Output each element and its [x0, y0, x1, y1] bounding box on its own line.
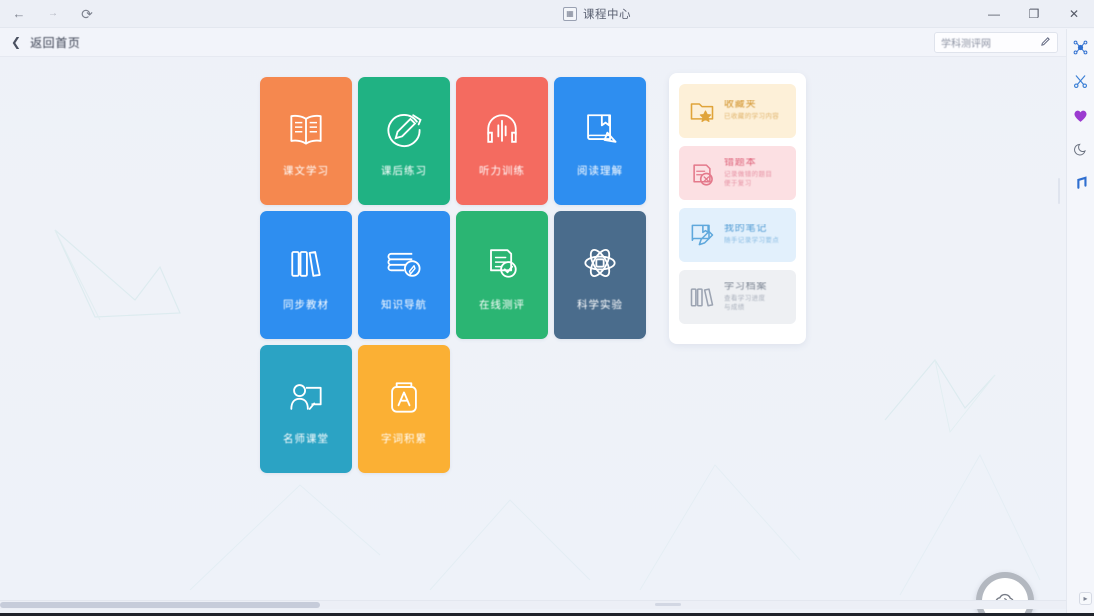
letter-a-jar-icon — [381, 374, 427, 420]
search-value: 学科测评网 — [941, 39, 991, 50]
card-archive[interactable]: 学习档案 查看学习进度 与成绩 — [679, 270, 796, 324]
tile-label: 课文学习 — [283, 164, 329, 177]
card-subtitle: 记录做错的题目 便于复习 — [724, 171, 773, 187]
window-title: 课程中心 — [583, 8, 631, 21]
card-subtitle: 已收藏的学习内容 — [724, 113, 780, 121]
card-title: 学习档案 — [724, 282, 768, 293]
card-subtitle: 查看学习进度 与成绩 — [724, 295, 766, 311]
reload-icon[interactable]: ⟳ — [78, 5, 96, 23]
close-button[interactable]: ✕ — [1054, 0, 1094, 28]
forward-arrow-icon[interactable]: → — [44, 5, 62, 23]
card-title: 我的笔记 — [724, 224, 768, 235]
tile-open-book[interactable]: 课文学习 — [260, 77, 352, 205]
headphones-wave-icon — [479, 106, 525, 152]
card-title: 错题本 — [724, 158, 757, 169]
tile-label: 阅读理解 — [577, 164, 623, 177]
search-input[interactable]: 学科测评网 — [934, 32, 1058, 53]
card-notes[interactable]: 我的笔记 随手记录学习要点 — [679, 208, 796, 262]
tile-presenter[interactable]: 名师课堂 — [260, 345, 352, 473]
main-content: 课文学习 课后练习 听力训练 阅读理解 同步教材 知识导航 在线测评 科学实验 … — [0, 57, 1066, 616]
minimize-button[interactable]: — — [974, 0, 1014, 28]
tile-letter-a[interactable]: 字词积累 — [358, 345, 450, 473]
book-pen-icon — [577, 106, 623, 152]
breadcrumb-bar: ❮ 返回首页 学科测评网 — [0, 28, 1094, 57]
back-arrow-icon[interactable]: ← — [10, 5, 28, 23]
quick-access-panel: 收藏夹 已收藏的学习内容 错题本 记录做错的题目 便于复习 我的笔记 随手记录学… — [669, 73, 806, 344]
right-tool-rail — [1066, 29, 1094, 616]
tile-label: 同步教材 — [283, 298, 329, 311]
app-window: ← → ⟳ ▦ 课程中心 — ❐ ✕ ❮ 返回首页 学科测评网 课文学习 课后练… — [0, 0, 1094, 616]
tile-label: 课后练习 — [381, 164, 427, 177]
presenter-icon — [283, 374, 329, 420]
resize-grip-icon[interactable]: ▸ — [1079, 592, 1092, 605]
card-subtitle: 随手记录学习要点 — [724, 237, 780, 245]
pencil-icon[interactable] — [1040, 36, 1051, 50]
tile-label: 知识导航 — [381, 298, 427, 311]
tile-label: 在线测评 — [479, 298, 525, 311]
tile-doc-check[interactable]: 在线测评 — [456, 211, 548, 339]
tile-label: 科学实验 — [577, 298, 623, 311]
tile-book-pen[interactable]: 阅读理解 — [554, 77, 646, 205]
browser-nav-controls: ← → ⟳ — [0, 5, 220, 23]
breadcrumb[interactable]: ❮ 返回首页 — [0, 34, 80, 51]
doc-check-icon — [479, 240, 525, 286]
maximize-button[interactable]: ❐ — [1014, 0, 1054, 28]
clipboard-x-icon — [687, 158, 717, 188]
horizontal-scrollbar[interactable] — [0, 600, 1066, 609]
pencil-circle-icon — [381, 106, 427, 152]
feature-tile-grid: 课文学习 课后练习 听力训练 阅读理解 同步教材 知识导航 在线测评 科学实验 … — [260, 77, 646, 473]
scissors-icon[interactable] — [1071, 71, 1091, 91]
tile-label: 名师课堂 — [283, 432, 329, 445]
card-title: 收藏夹 — [724, 100, 757, 111]
folder-star-icon — [687, 96, 717, 126]
moon-icon[interactable] — [1071, 139, 1091, 159]
open-book-icon — [283, 106, 329, 152]
window-controls: — ❐ ✕ — [974, 0, 1094, 28]
heart-gem-icon[interactable] — [1071, 105, 1091, 125]
chevron-left-icon[interactable]: ❮ — [11, 35, 21, 49]
tile-label: 字词积累 — [381, 432, 427, 445]
book-pencil-icon — [687, 220, 717, 250]
tile-bookshelf[interactable]: 同步教材 — [260, 211, 352, 339]
molecule-icon[interactable] — [1071, 37, 1091, 57]
window-title-group: ▦ 课程中心 — [220, 6, 974, 22]
card-error-book[interactable]: 错题本 记录做错的题目 便于复习 — [679, 146, 796, 200]
panel-resize-handle[interactable] — [1058, 178, 1060, 204]
atom-icon — [577, 240, 623, 286]
tile-atom[interactable]: 科学实验 — [554, 211, 646, 339]
tile-pencil-circle[interactable]: 课后练习 — [358, 77, 450, 205]
tile-books-compass[interactable]: 知识导航 — [358, 211, 450, 339]
music-note-icon[interactable] — [1071, 173, 1091, 193]
tile-headphones[interactable]: 听力训练 — [456, 77, 548, 205]
books-compass-icon — [381, 240, 427, 286]
title-bar: ← → ⟳ ▦ 课程中心 — ❐ ✕ — [0, 0, 1094, 28]
archive-books-icon — [687, 282, 717, 312]
cloud-sync-button[interactable] — [976, 572, 1034, 616]
app-logo-icon: ▦ — [563, 6, 577, 21]
breadcrumb-label: 返回首页 — [30, 35, 81, 50]
tile-label: 听力训练 — [479, 164, 525, 177]
scrollbar-mark — [655, 603, 681, 606]
card-favorites[interactable]: 收藏夹 已收藏的学习内容 — [679, 84, 796, 138]
bookshelf-icon — [283, 240, 329, 286]
scrollbar-thumb[interactable] — [0, 602, 320, 608]
